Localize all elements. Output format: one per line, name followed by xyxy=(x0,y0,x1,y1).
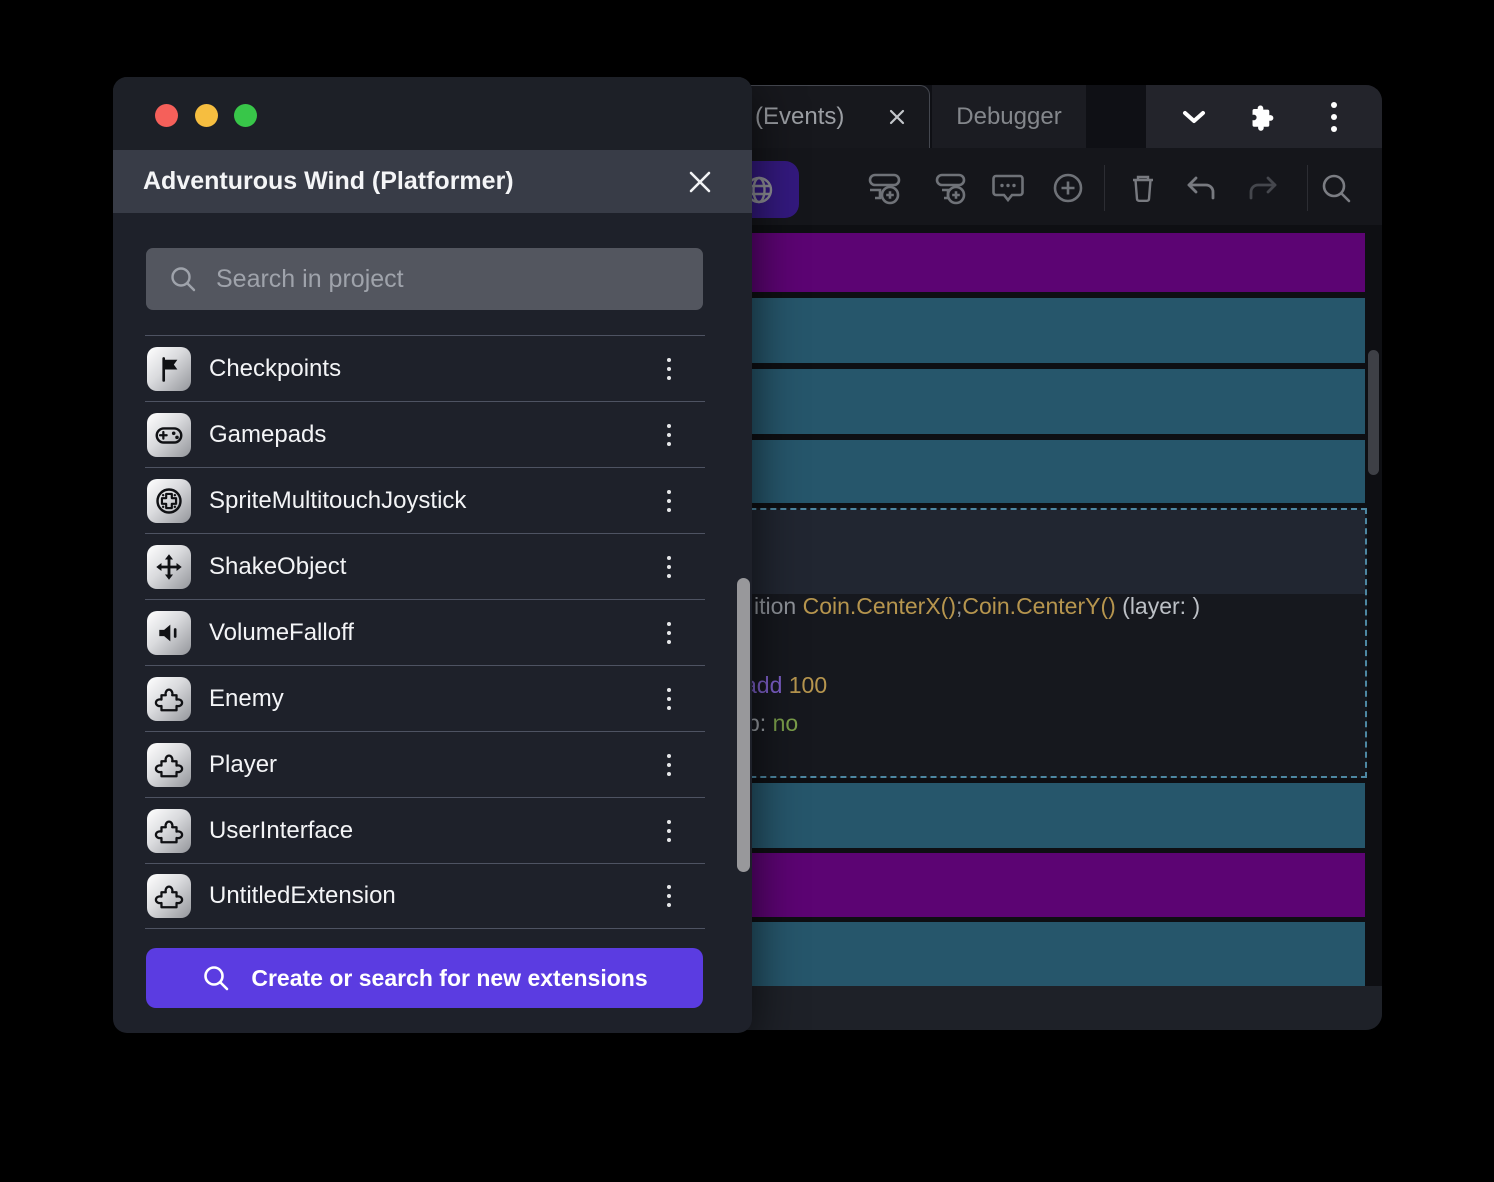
code-segment: ition xyxy=(754,593,803,619)
extension-list-item[interactable]: Enemy xyxy=(145,665,705,731)
event-code-line: p: no xyxy=(747,708,798,738)
code-segment: 100 xyxy=(782,672,828,698)
dialog-scrollbar[interactable] xyxy=(737,578,750,872)
item-kebab-menu-icon[interactable] xyxy=(659,357,679,380)
puzzle-icon xyxy=(147,742,191,787)
search-bar[interactable] xyxy=(146,248,703,310)
project-manager-dialog: Adventurous Wind (Platformer) Checkpoint… xyxy=(113,77,752,1033)
extension-list-item[interactable]: SpriteMultitouchJoystick xyxy=(145,467,705,533)
code-segment: Coin.CenterY() xyxy=(962,593,1116,619)
search-icon xyxy=(171,267,196,292)
move-icon xyxy=(147,544,191,589)
tab-debugger[interactable]: Debugger xyxy=(932,85,1086,148)
extensions-list: Checkpoints Gamepads SpriteMultitouchJoyst… xyxy=(145,335,705,929)
traffic-light-minimize[interactable] xyxy=(195,104,218,127)
code-segment: (layer: ) xyxy=(1115,593,1201,619)
dialog-header: Adventurous Wind (Platformer) xyxy=(113,150,752,213)
puzzle-icon xyxy=(147,874,191,918)
item-kebab-menu-icon[interactable] xyxy=(659,819,679,842)
gamepad-icon xyxy=(147,412,191,457)
add-circle-icon[interactable] xyxy=(1046,166,1090,210)
extensions-puzzle-icon[interactable] xyxy=(1242,95,1286,139)
search-input[interactable] xyxy=(216,264,689,294)
joystick-icon xyxy=(147,478,191,523)
tab-close-icon[interactable] xyxy=(887,107,907,127)
dialog-title: Adventurous Wind (Platformer) xyxy=(143,167,514,195)
item-kebab-menu-icon[interactable] xyxy=(659,423,679,446)
extension-label: SpriteMultitouchJoystick xyxy=(209,486,467,514)
create-extension-button[interactable]: Create or search for new extensions xyxy=(146,948,703,1008)
extension-label: Checkpoints xyxy=(209,354,342,382)
puzzle-icon xyxy=(147,676,191,721)
extension-label: ShakeObject xyxy=(209,552,347,580)
extension-list-item[interactable]: UntitledExtension xyxy=(145,863,705,929)
item-kebab-menu-icon[interactable] xyxy=(659,753,679,776)
item-kebab-menu-icon[interactable] xyxy=(659,687,679,710)
speaker-icon xyxy=(147,610,191,655)
kebab-menu-icon[interactable] xyxy=(1312,95,1356,139)
extension-list-item[interactable]: Player xyxy=(145,731,705,797)
redo-icon[interactable] xyxy=(1240,166,1284,210)
search-events-icon[interactable] xyxy=(1314,166,1358,210)
item-kebab-menu-icon[interactable] xyxy=(659,885,679,907)
extension-list-item[interactable]: UserInterface xyxy=(145,797,705,863)
code-segment: no xyxy=(772,710,799,736)
traffic-light-zoom[interactable] xyxy=(234,104,257,127)
events-scrollbar[interactable] xyxy=(1368,350,1379,475)
create-extension-label: Create or search for new extensions xyxy=(251,964,648,991)
extension-label: Gamepads xyxy=(209,420,327,448)
add-event-icon[interactable] xyxy=(863,166,907,210)
event-code-line: add 100 xyxy=(744,670,827,700)
close-icon xyxy=(689,171,711,192)
macos-titlebar xyxy=(113,77,752,150)
search-icon xyxy=(204,966,229,991)
event-code-line: ition Coin.CenterX();Coin.CenterY() (lay… xyxy=(754,591,1200,621)
extension-list-item[interactable]: VolumeFalloff xyxy=(145,599,705,665)
extension-list-item[interactable]: Gamepads xyxy=(145,401,705,467)
extension-label: UntitledExtension xyxy=(209,882,396,909)
add-comment-icon[interactable] xyxy=(986,166,1030,210)
extension-list-item[interactable]: Checkpoints xyxy=(145,335,705,401)
chevron-down-icon[interactable] xyxy=(1172,95,1216,139)
extension-label: UserInterface xyxy=(209,816,354,844)
code-segment: Coin.CenterX() xyxy=(802,593,956,619)
traffic-light-close[interactable] xyxy=(155,104,178,127)
add-subevent-icon[interactable] xyxy=(928,166,972,210)
extension-list-item[interactable]: ShakeObject xyxy=(145,533,705,599)
window-actions-panel xyxy=(1146,85,1382,148)
toolbar-divider xyxy=(1307,165,1308,211)
flag-icon xyxy=(147,346,191,391)
undo-icon[interactable] xyxy=(1180,166,1224,210)
item-kebab-menu-icon[interactable] xyxy=(659,621,679,644)
extension-label: Enemy xyxy=(209,684,284,712)
item-kebab-menu-icon[interactable] xyxy=(659,489,679,512)
trash-icon[interactable] xyxy=(1121,166,1165,210)
puzzle-icon xyxy=(147,808,191,853)
toolbar-divider xyxy=(1104,165,1105,211)
extension-label: VolumeFalloff xyxy=(209,618,354,646)
item-kebab-menu-icon[interactable] xyxy=(659,555,679,578)
tab-debugger-label: Debugger xyxy=(956,102,1062,130)
extension-label: Player xyxy=(209,750,278,778)
dialog-close-button[interactable] xyxy=(686,168,714,196)
